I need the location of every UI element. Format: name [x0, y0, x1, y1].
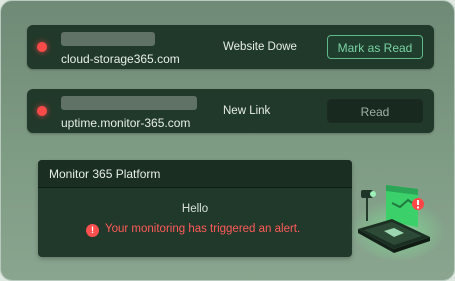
status-dot-icon	[37, 42, 47, 52]
message-preview-card: Monitor 365 Platform Hello ! Your monitor…	[38, 160, 352, 257]
mark-as-read-button[interactable]: Mark as Read	[327, 35, 423, 59]
redacted-sender	[61, 32, 155, 46]
notification-subject: New Link	[223, 105, 271, 117]
status-dot-icon	[37, 106, 47, 116]
alert-message: ! Your monitoring has triggered an alert.	[86, 223, 300, 237]
card-title: Monitor 365 Platform	[49, 167, 161, 181]
sender-domain: cloud-storage365.com	[61, 52, 180, 66]
laptop-alert-illustration	[350, 185, 446, 260]
notification-row[interactable]: uptime.monitor-365.com New Link Read	[27, 89, 434, 133]
read-button[interactable]: Read	[327, 99, 423, 123]
alert-icon: !	[86, 224, 99, 237]
redacted-sender	[61, 96, 197, 110]
notification-row[interactable]: cloud-storage365.com Website Dowe Mark a…	[27, 25, 434, 69]
notification-subject: Website Dowe	[223, 41, 297, 53]
alert-text: Your monitoring has triggered an alert.	[105, 223, 301, 235]
greeting-text: Hello	[181, 203, 209, 215]
sender-domain: uptime.monitor-365.com	[61, 116, 191, 130]
card-header: Monitor 365 Platform	[38, 160, 352, 188]
app-frame: cloud-storage365.com Website Dowe Mark a…	[0, 0, 455, 281]
